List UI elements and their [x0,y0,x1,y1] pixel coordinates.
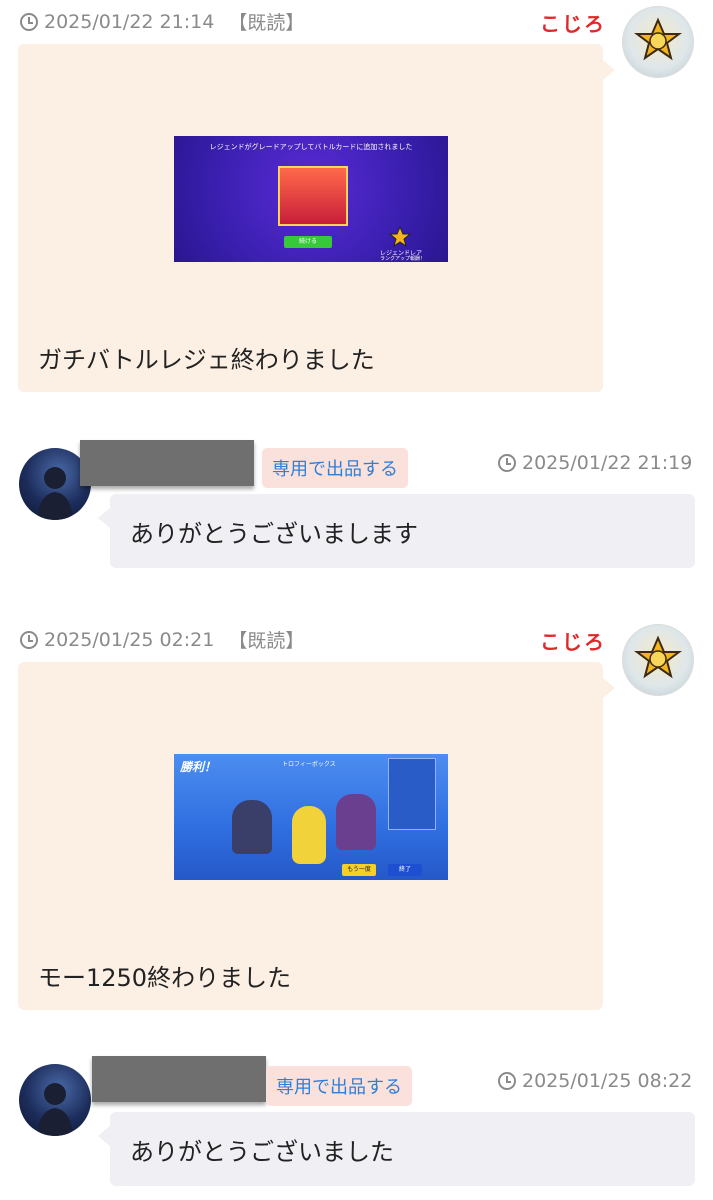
rank-panel [388,758,436,830]
star-badge-icon [634,17,682,61]
message-bubble: ありがとうございました [110,1112,695,1186]
read-status: 【既読】 [228,12,305,34]
timestamp: 2025/01/22 21:19 [522,452,693,474]
clock-icon [498,1072,516,1090]
clock-icon [498,454,516,472]
reward-card [278,166,348,226]
rank-badge [388,225,412,248]
message-text: モー1250終わりました [38,964,292,992]
message-meta: 2025/01/22 21:19 [498,452,692,474]
exit-label: 終了 [398,866,411,873]
attached-screenshot[interactable]: レジェンドがグレードアップしてバトルカードに追加されました 続ける レジェンドレ… [174,136,448,262]
timestamp: 2025/01/25 02:21 [44,628,215,651]
clock-icon [20,630,38,649]
sender-name: こじろ [540,12,606,36]
timestamp: 2025/01/22 21:14 [44,10,215,33]
trophy-box-label: トロフィーボックス [282,761,336,768]
read-status: 【既読】 [228,630,305,652]
bubble-tail [98,508,110,528]
message-bubble: 勝利！ トロフィーボックス もう一度 終了 モー1250終わりました [18,662,603,1010]
attached-screenshot[interactable]: 勝利！ トロフィーボックス もう一度 終了 [174,754,448,880]
exclusive-listing-tag[interactable]: 専用で出品する [266,1066,412,1106]
timestamp: 2025/01/25 08:22 [522,1070,693,1092]
screenshot-caption: レジェンドがグレードアップしてバトルカードに追加されました [209,143,413,151]
bubble-tail [603,60,615,80]
continue-button: 続ける [284,236,332,248]
character-center [292,806,326,864]
message-bubble: ありがとうございまします [110,494,695,568]
redacted-username [80,440,254,486]
message-meta: 2025/01/22 21:14 【既読】 [20,8,304,35]
avatar[interactable] [19,1064,91,1136]
sender-name: こじろ [540,630,606,654]
character-right [336,794,376,850]
star-badge-icon [634,635,682,679]
play-again-label: もう一度 [347,866,371,873]
redacted-username [92,1056,266,1102]
bubble-tail [603,678,615,698]
exit-button: 終了 [388,864,422,876]
message-bubble: レジェンドがグレードアップしてバトルカードに追加されました 続ける レジェンドレ… [18,44,603,392]
bubble-tail [98,1126,110,1146]
exclusive-listing-tag[interactable]: 専用で出品する [262,448,408,488]
character-left [232,800,272,854]
message-text: ありがとうございまします [130,520,418,548]
play-again-button: もう一度 [342,864,376,876]
message-text: ありがとうございました [130,1138,394,1166]
screenshot-title: 勝利！ [180,760,217,774]
person-icon [37,1083,73,1136]
avatar[interactable] [622,6,694,78]
message-text: ガチバトルレジェ終わりました [38,346,375,374]
message-meta: 2025/01/25 02:21 【既読】 [20,626,304,653]
rank-sub: ランクアップ報酬！ [380,256,426,262]
continue-label: 続ける [298,238,317,245]
star-icon [388,225,412,248]
avatar[interactable] [622,624,694,696]
message-meta: 2025/01/25 08:22 [498,1070,692,1092]
clock-icon [20,12,38,31]
